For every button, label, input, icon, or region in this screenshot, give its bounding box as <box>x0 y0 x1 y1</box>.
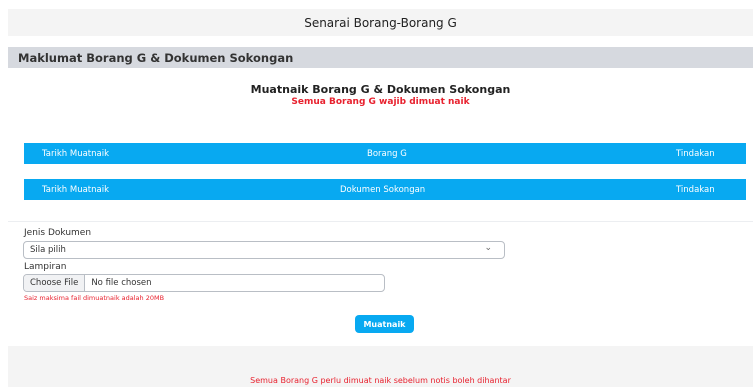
footer: Semua Borang G perlu dimuat naik sebelum… <box>8 346 753 387</box>
attachment-file-input[interactable]: Choose File No file chosen <box>23 274 385 292</box>
section-title: Maklumat Borang G & Dokumen Sokongan <box>18 50 294 65</box>
upload-subtitle: Semua Borang G wajib dimuat naik <box>291 97 470 107</box>
attachment-label: Lampiran <box>24 262 67 272</box>
file-status: No file chosen <box>91 278 152 288</box>
document-type-value: Sila pilih <box>30 245 66 255</box>
choose-file-button[interactable]: Choose File <box>24 275 86 291</box>
page-title: Senarai Borang-Borang G <box>304 15 457 30</box>
column-header-action: Tindakan <box>676 184 715 195</box>
column-header-date: Tarikh Muatnaik <box>42 148 110 159</box>
footer-note: Semua Borang G perlu dimuat naik sebelum… <box>250 376 511 385</box>
document-type-label: Jenis Dokumen <box>24 228 92 238</box>
file-size-hint: Saiz maksima fail dimuatnaik adalah 20MB <box>24 294 165 302</box>
upload-button[interactable]: Muatnaik <box>355 315 414 333</box>
chevron-down-icon: ⌄ <box>484 243 492 253</box>
upload-title: Muatnaik Borang G & Dokumen Sokongan <box>250 83 511 96</box>
column-header-form: Borang G <box>367 148 407 159</box>
column-header-action: Tindakan <box>676 148 715 159</box>
borang-g-table-header: Tarikh Muatnaik Borang G Tindakan <box>24 143 746 164</box>
document-type-select[interactable]: Sila pilih ⌄ <box>23 241 505 259</box>
column-header-date: Tarikh Muatnaik <box>42 184 110 195</box>
divider <box>8 221 753 222</box>
column-header-document: Dokumen Sokongan <box>340 184 426 195</box>
page-header: Senarai Borang-Borang G <box>8 9 753 36</box>
section-header: Maklumat Borang G & Dokumen Sokongan <box>8 47 753 68</box>
supporting-docs-table-header: Tarikh Muatnaik Dokumen Sokongan Tindaka… <box>24 179 746 200</box>
